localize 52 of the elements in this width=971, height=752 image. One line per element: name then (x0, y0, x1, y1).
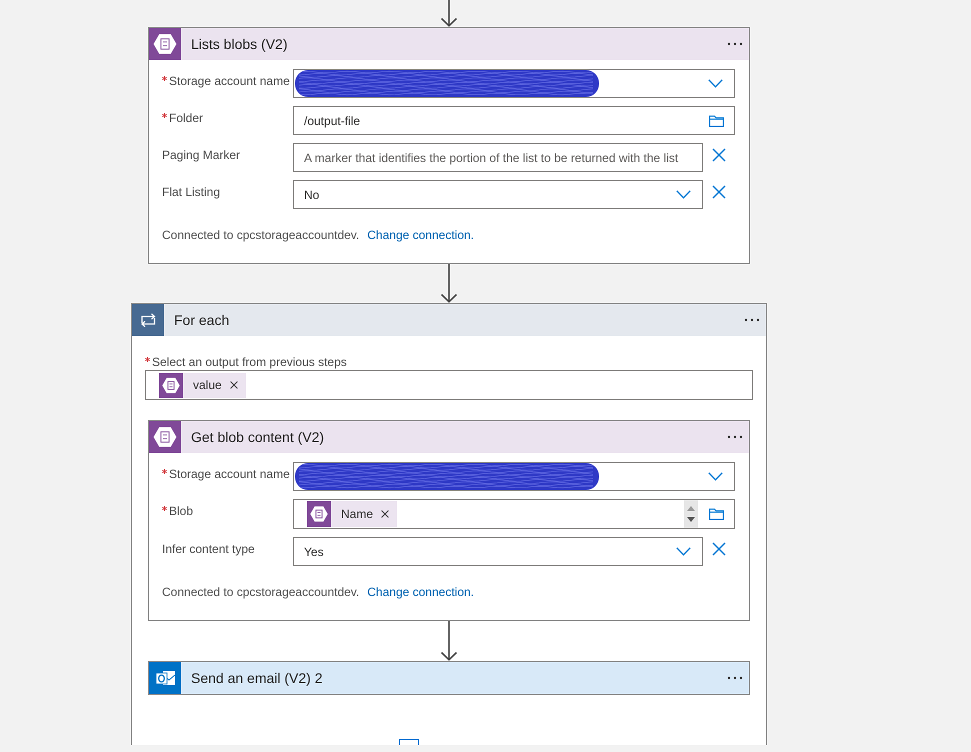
spin-button[interactable] (684, 500, 698, 528)
ellipsis-icon (727, 435, 743, 439)
field-label: Storage account name (169, 74, 290, 88)
folder-icon[interactable] (709, 508, 724, 520)
dropdown-field[interactable]: No (293, 180, 703, 209)
field-label: Folder (169, 111, 204, 125)
close-icon (712, 542, 726, 556)
change-connection-link[interactable]: Change connection. (367, 585, 474, 599)
chevron-down-icon (708, 79, 723, 88)
ellipsis-icon (744, 318, 760, 322)
token-field[interactable]: value (145, 370, 753, 400)
folder-icon[interactable] (709, 114, 724, 126)
chevron-down-icon (676, 190, 691, 199)
card-title: Lists blobs (V2) (191, 36, 288, 52)
ellipsis-icon (727, 676, 743, 680)
card-header[interactable]: Lists blobs (V2) (149, 28, 749, 60)
field-label: Storage account name (169, 467, 290, 481)
remove-icon[interactable] (381, 510, 390, 518)
chevron-down-icon (676, 547, 691, 556)
close-icon (712, 185, 726, 199)
dropdown-field[interactable] (293, 69, 735, 98)
blob-storage-icon (307, 501, 331, 527)
text-field[interactable]: A marker that identifies the portion of the list to be returned with the list (293, 143, 703, 172)
connection-text: Connected to cpcstorageaccountdev. (162, 585, 360, 599)
card-title: Get blob content (V2) (191, 429, 324, 445)
dropdown-field[interactable] (293, 462, 735, 491)
field-label: Paging Marker (162, 148, 240, 162)
card-header[interactable]: Send an email (V2) 2 (149, 662, 749, 694)
field-label: Infer content type (162, 542, 255, 556)
field-label: Select an output from previous steps (152, 355, 347, 369)
connector-arrow (440, 264, 458, 303)
remove-icon[interactable] (230, 381, 238, 389)
card-header[interactable]: Get blob content (V2) (149, 421, 749, 453)
foreach-header[interactable]: For each (132, 304, 766, 336)
spin-down-icon[interactable] (687, 517, 695, 522)
blob-storage-icon (159, 372, 183, 398)
field-label: Flat Listing (162, 185, 220, 199)
field-label: Blob (169, 504, 194, 518)
token-field[interactable]: Name (293, 499, 735, 529)
connector-arrow (440, 621, 458, 661)
change-connection-link[interactable]: Change connection. (367, 228, 474, 242)
connection-text: Connected to cpcstorageaccountdev. (162, 228, 360, 242)
connector-arrow (440, 0, 458, 27)
content-token[interactable]: Name (307, 501, 398, 527)
chevron-down-icon (708, 472, 723, 481)
content-token[interactable]: value (159, 372, 246, 398)
dropdown-field[interactable]: Yes (293, 537, 703, 566)
ellipsis-icon (727, 42, 743, 46)
card-title: Send an email (V2) 2 (191, 670, 323, 686)
card-title: For each (174, 312, 230, 328)
close-icon (712, 148, 726, 162)
text-field[interactable]: /output-file (293, 106, 735, 135)
